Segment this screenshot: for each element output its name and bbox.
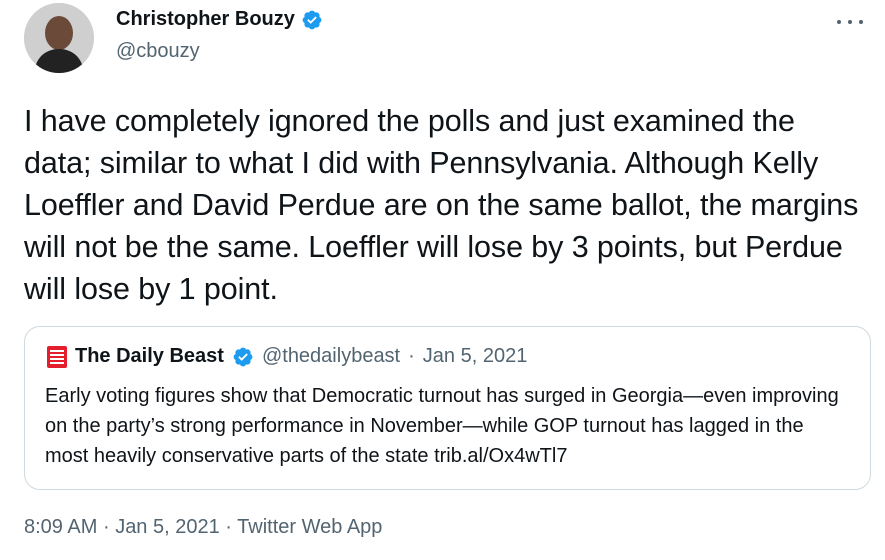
quote-author-handle[interactable]: @thedailybeast <box>262 345 400 368</box>
tweet-text: I have completely ignored the polls and … <box>24 104 859 306</box>
verified-badge-icon <box>233 347 253 366</box>
footer-separator: · <box>225 516 232 538</box>
author-name[interactable]: Christopher Bouzy <box>116 8 323 31</box>
tweet-source[interactable]: Twitter Web App <box>237 516 382 538</box>
tweet-time[interactable]: 8:09 AM <box>24 516 97 538</box>
tweet-date[interactable]: Jan 5, 2021 <box>115 516 220 538</box>
quote-tweet-card[interactable]: The Daily Beast @thedailybeast · Jan 5, … <box>24 326 871 490</box>
quote-author-name[interactable]: The Daily Beast <box>75 345 224 368</box>
quote-date[interactable]: Jan 5, 2021 <box>423 345 528 368</box>
more-horizontal-icon <box>837 20 841 24</box>
author-handle[interactable]: @cbouzy <box>116 40 200 63</box>
user-avatar-icon <box>24 3 94 73</box>
quote-header: The Daily Beast @thedailybeast · Jan 5, … <box>47 345 527 368</box>
verified-badge-icon <box>302 10 322 29</box>
avatar[interactable] <box>24 3 94 73</box>
tweet-footer: 8:09 AM · Jan 5, 2021 · Twitter Web App <box>24 516 382 539</box>
more-options-button[interactable] <box>837 12 863 32</box>
author-name-label: Christopher Bouzy <box>116 8 295 30</box>
footer-separator: · <box>102 516 110 538</box>
quote-text: Early voting figures show that Democrati… <box>45 385 839 467</box>
quote-separator: · <box>408 345 415 367</box>
daily-beast-logo-icon <box>47 345 67 368</box>
